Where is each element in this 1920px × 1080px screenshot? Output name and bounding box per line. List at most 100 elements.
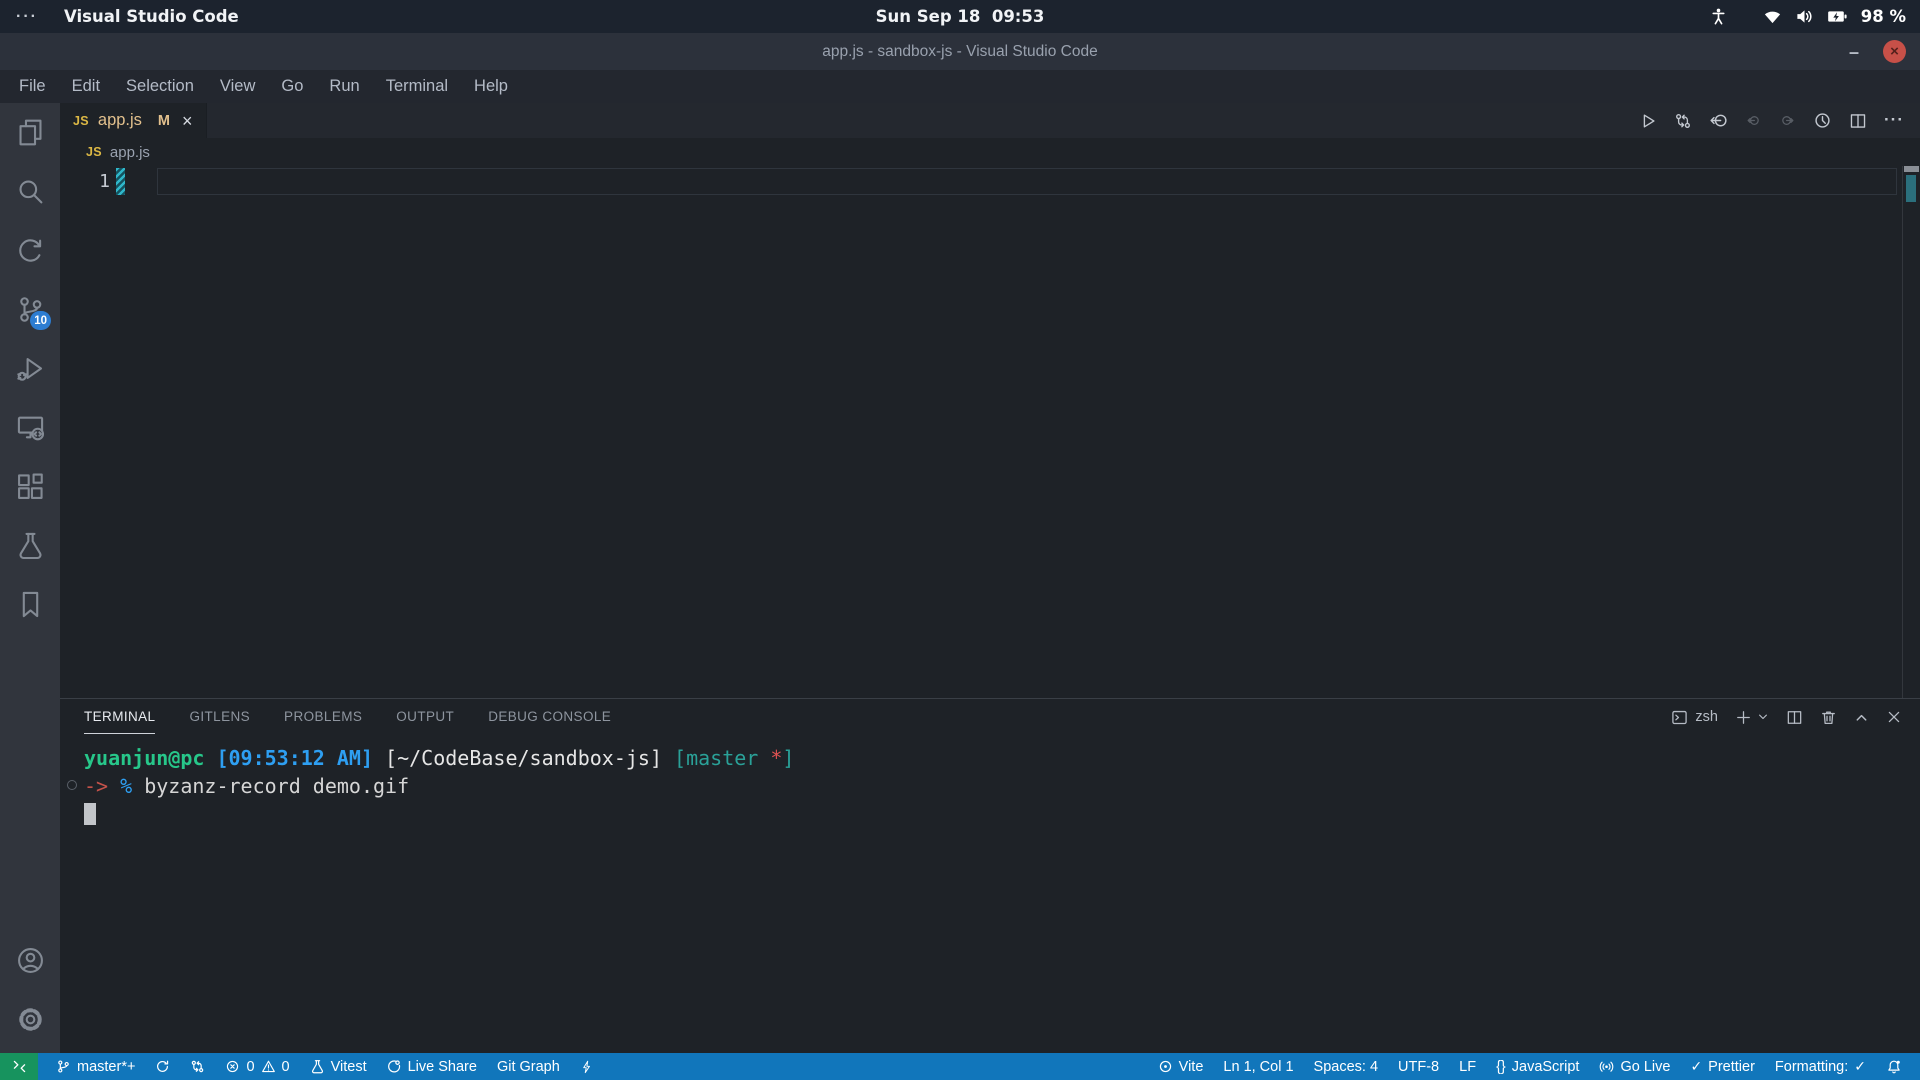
accounts-button[interactable] — [0, 931, 60, 990]
language-label: JavaScript — [1511, 1058, 1580, 1075]
status-live-share[interactable]: Live Share — [377, 1053, 487, 1080]
remote-explorer-icon — [17, 416, 44, 441]
activity-remote-explorer[interactable] — [0, 398, 60, 457]
menu-selection[interactable]: Selection — [113, 73, 207, 100]
error-count: 0 — [246, 1058, 255, 1075]
close-button[interactable]: × — [1883, 40, 1906, 63]
prettier-label: Prettier — [1708, 1058, 1755, 1075]
status-lightning[interactable] — [570, 1053, 604, 1080]
panel-tab-debug-console[interactable]: DEBUG CONSOLE — [488, 699, 611, 734]
activity-gitlens[interactable] — [0, 221, 60, 280]
maximize-panel-chevron-up-icon[interactable] — [1854, 710, 1869, 725]
bottom-panel: TERMINAL GITLENS PROBLEMS OUTPUT DEBUG C… — [60, 698, 1920, 1053]
focused-app-name[interactable]: Visual Studio Code — [64, 7, 239, 26]
desktop: ··· Visual Studio Code Sun Sep 18 09:53 … — [0, 0, 1920, 1080]
go-live-label: Go Live — [1620, 1058, 1671, 1075]
run-file-icon[interactable] — [1639, 112, 1657, 130]
menu-file[interactable]: File — [6, 73, 59, 100]
split-terminal-icon[interactable] — [1786, 709, 1803, 726]
breadcrumb[interactable]: JS app.js — [60, 138, 1920, 166]
activity-run-debug[interactable] — [0, 339, 60, 398]
status-prettier[interactable]: ✓ Prettier — [1680, 1053, 1764, 1080]
next-change-icon[interactable] — [1779, 112, 1796, 129]
breadcrumb-file[interactable]: app.js — [110, 144, 150, 161]
current-line-highlight — [157, 168, 1897, 195]
status-eol[interactable]: LF — [1449, 1053, 1486, 1080]
open-changes-icon[interactable] — [1674, 112, 1692, 130]
menu-view[interactable]: View — [207, 73, 268, 100]
command-decoration-circle-icon[interactable] — [67, 780, 77, 790]
window-title-bar[interactable]: app.js - sandbox-js - Visual Studio Code… — [0, 33, 1920, 70]
bookmark-icon — [22, 591, 38, 618]
status-cursor-position[interactable]: Ln 1, Col 1 — [1213, 1053, 1303, 1080]
menu-run[interactable]: Run — [316, 73, 372, 100]
status-git-graph[interactable]: Git Graph — [487, 1053, 570, 1080]
panel-tab-problems[interactable]: PROBLEMS — [284, 699, 362, 734]
file-history-icon[interactable] — [1813, 111, 1832, 130]
panel-tab-terminal[interactable]: TERMINAL — [84, 699, 156, 734]
status-encoding[interactable]: UTF-8 — [1388, 1053, 1449, 1080]
activity-search[interactable] — [0, 162, 60, 221]
menu-terminal[interactable]: Terminal — [373, 73, 461, 100]
activity-source-control[interactable]: 10 — [0, 280, 60, 339]
activity-explorer[interactable] — [0, 103, 60, 162]
previous-change-icon[interactable] — [1745, 112, 1762, 129]
status-compare-changes[interactable] — [180, 1053, 215, 1080]
settings-button[interactable] — [0, 990, 60, 1049]
kill-terminal-trash-icon[interactable] — [1820, 709, 1837, 726]
lightning-bolt-icon — [582, 1060, 590, 1073]
menu-help[interactable]: Help — [461, 73, 521, 100]
menu-bar: File Edit Selection View Go Run Terminal… — [0, 70, 1920, 103]
system-clock[interactable]: Sun Sep 18 09:53 — [876, 7, 1045, 26]
menu-edit[interactable]: Edit — [59, 73, 113, 100]
editor-actions: ··· — [1639, 103, 1920, 138]
status-go-live[interactable]: Go Live — [1589, 1053, 1680, 1080]
tab-app-js[interactable]: JS app.js M × — [60, 103, 207, 138]
terminal-icon — [1672, 710, 1688, 724]
menu-go[interactable]: Go — [268, 73, 316, 100]
system-tray[interactable]: 98 % — [1709, 7, 1920, 26]
open-previous-revision-icon[interactable] — [1709, 111, 1728, 130]
code-editor[interactable]: 1 — [60, 166, 1920, 698]
modified-line-gutter-indicator — [116, 168, 125, 195]
panel-tab-gitlens[interactable]: GITLENS — [189, 699, 250, 734]
status-formatting[interactable]: Formatting: ✓ — [1765, 1053, 1876, 1080]
status-notifications[interactable] — [1876, 1053, 1912, 1080]
status-language[interactable]: {} JavaScript — [1486, 1053, 1589, 1080]
minimize-button[interactable]: – — [1849, 43, 1859, 61]
system-menu-dots-icon[interactable]: ··· — [16, 9, 38, 24]
prompt-arrow: -> — [84, 774, 121, 798]
terminal-cwd: [~/CodeBase/sandbox-js] — [373, 746, 662, 770]
status-indentation[interactable]: Spaces: 4 — [1304, 1053, 1389, 1080]
terminal-block-cursor — [84, 803, 96, 825]
remote-indicator[interactable] — [0, 1053, 38, 1080]
volume-icon — [1797, 10, 1812, 23]
close-panel-icon[interactable] — [1886, 709, 1902, 725]
activity-extensions[interactable] — [0, 457, 60, 516]
terminal-output[interactable]: yuanjun@pc [09:53:12 AM] [~/CodeBase/san… — [60, 735, 1920, 1053]
branch-label: master*+ — [77, 1058, 136, 1075]
tab-label: app.js — [97, 111, 142, 129]
indentation-label: Spaces: 4 — [1313, 1058, 1379, 1075]
status-sync[interactable] — [145, 1053, 180, 1080]
extensions-icon — [17, 473, 43, 499]
status-problems[interactable]: 0 0 — [215, 1053, 299, 1080]
status-git-branch[interactable]: master*+ — [46, 1053, 145, 1080]
chevron-down-icon[interactable] — [1757, 711, 1769, 723]
split-editor-icon[interactable] — [1849, 112, 1867, 130]
status-vite[interactable]: Vite — [1148, 1053, 1214, 1080]
more-actions-icon[interactable]: ··· — [1884, 112, 1904, 128]
overview-ruler[interactable] — [1902, 166, 1920, 698]
activity-bookmarks[interactable] — [0, 575, 60, 634]
activity-testing[interactable] — [0, 516, 60, 575]
terminal-shell-selector[interactable]: zsh — [1671, 709, 1718, 726]
new-terminal-icon[interactable] — [1735, 709, 1752, 726]
terminal-git-branch-close: ] — [782, 746, 795, 770]
tab-close-icon[interactable]: × — [182, 112, 193, 130]
compare-changes-icon — [192, 1060, 204, 1073]
panel-tab-output[interactable]: OUTPUT — [396, 699, 454, 734]
vitest-label: Vitest — [330, 1058, 367, 1075]
braces-icon: {} — [1496, 1058, 1506, 1075]
terminal-timestamp: [09:53:12 AM] — [204, 746, 373, 770]
status-vitest[interactable]: Vitest — [300, 1053, 377, 1080]
